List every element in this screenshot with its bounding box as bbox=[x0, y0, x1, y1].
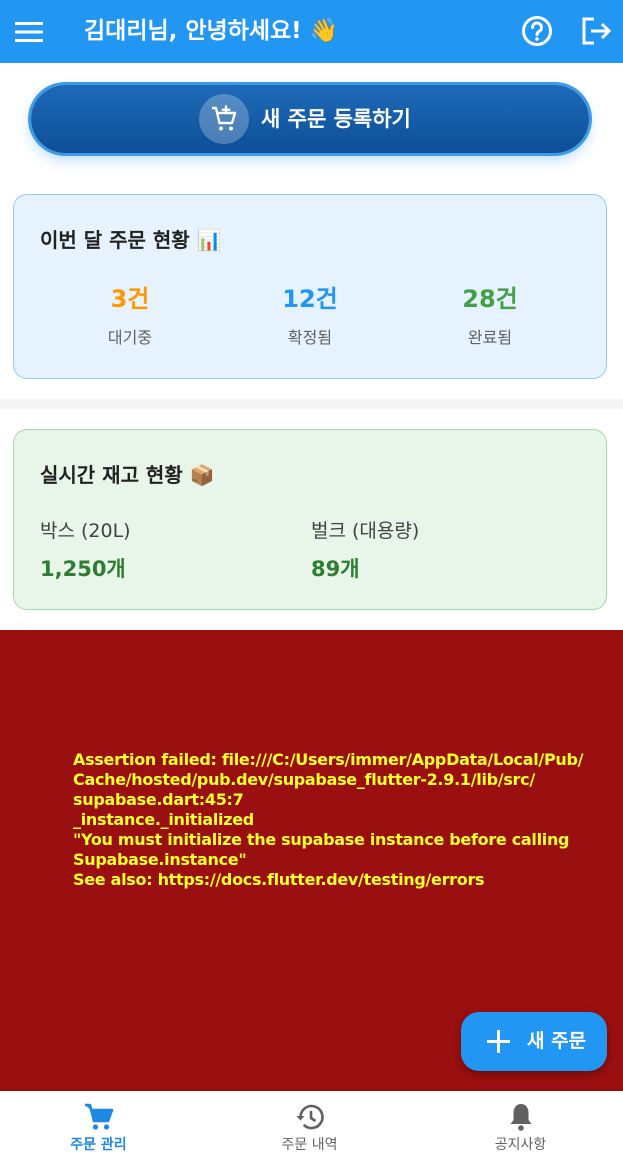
realtime-stock-title: 실시간 재고 현황 📦 bbox=[40, 463, 215, 487]
new-order-register-button[interactable]: 새 주문 등록하기 bbox=[31, 85, 589, 153]
new-order-fab-label: 새 주문 bbox=[527, 1030, 587, 1052]
shopping-cart-icon bbox=[85, 1103, 114, 1130]
nav-label-notices: 공지사항 bbox=[494, 1137, 547, 1153]
stat-confirmed-value: 12건 bbox=[282, 285, 338, 313]
stat-completed-value: 28건 bbox=[462, 285, 518, 313]
stat-pending-label: 대기중 bbox=[107, 328, 153, 347]
add-shopping-cart-icon bbox=[212, 105, 237, 131]
stock-item-box-quantity: 1,250개 bbox=[40, 557, 126, 581]
stat-completed-label: 완료됨 bbox=[467, 328, 513, 347]
nav-label-order-history: 주문 내역 bbox=[281, 1137, 338, 1153]
nav-item-notices[interactable]: 공지사항 bbox=[417, 1091, 623, 1158]
section-divider bbox=[0, 399, 623, 409]
help-icon[interactable] bbox=[520, 14, 554, 48]
nav-item-order-history[interactable]: 주문 내역 bbox=[206, 1091, 413, 1158]
stat-completed: 28건 완료됨 bbox=[400, 283, 580, 349]
stock-item-bulk-name: 벌크 (대용량) bbox=[311, 520, 420, 542]
error-message: Assertion failed: file:///C:/Users/immer… bbox=[73, 750, 584, 889]
page-title: 김대리님, 안녕하세요! 👋 bbox=[84, 18, 339, 44]
logout-icon[interactable] bbox=[579, 14, 613, 48]
stock-item-bulk-quantity: 89개 bbox=[311, 557, 360, 581]
stock-item-box-name: 박스 (20L) bbox=[40, 520, 131, 542]
new-order-register-label: 새 주문 등록하기 bbox=[261, 107, 411, 131]
realtime-stock-card: 실시간 재고 현황 📦 박스 (20L) 1,250개 벌크 (대용량) 89개 bbox=[13, 429, 607, 610]
monthly-orders-card: 이번 달 주문 현황 📊 3건 대기중 12건 확정됨 28건 완료됨 bbox=[13, 194, 607, 379]
nav-item-order-management[interactable]: 주문 관리 bbox=[0, 1091, 202, 1158]
history-icon bbox=[296, 1104, 324, 1130]
bottom-navigation: 주문 관리 주문 내역 공지사항 bbox=[0, 1091, 623, 1158]
app-bar: 김대리님, 안녕하세요! 👋 bbox=[0, 0, 623, 63]
stat-pending: 3건 대기중 bbox=[40, 283, 220, 349]
stat-confirmed-label: 확정됨 bbox=[287, 328, 333, 347]
stat-confirmed: 12건 확정됨 bbox=[220, 283, 400, 349]
nav-label-order-management: 주문 관리 bbox=[70, 1137, 127, 1153]
monthly-orders-title: 이번 달 주문 현황 📊 bbox=[40, 228, 222, 252]
stock-item-bulk: 벌크 (대용량) 89개 bbox=[311, 517, 419, 584]
menu-icon[interactable] bbox=[14, 17, 44, 47]
plus-icon bbox=[487, 1030, 510, 1053]
stock-item-box: 박스 (20L) 1,250개 bbox=[40, 517, 131, 584]
bell-icon bbox=[510, 1104, 532, 1131]
stat-pending-value: 3건 bbox=[110, 285, 150, 313]
icon-circle bbox=[199, 94, 249, 144]
new-order-fab[interactable]: 새 주문 bbox=[461, 1012, 607, 1071]
